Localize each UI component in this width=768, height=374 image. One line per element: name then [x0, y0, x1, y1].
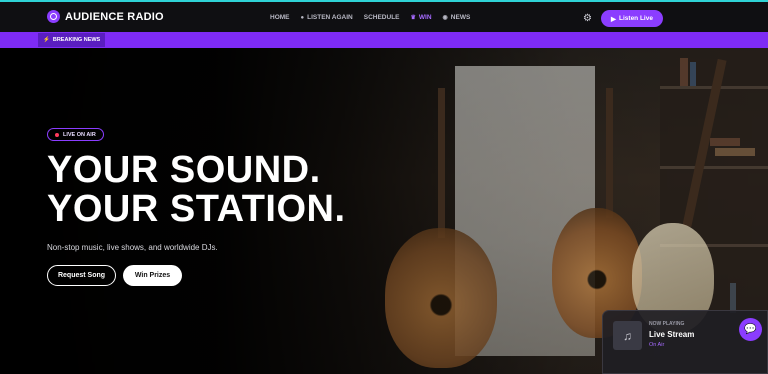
- nav-home[interactable]: HOME: [270, 14, 290, 21]
- trophy-icon: ♛: [410, 15, 416, 21]
- nav-win-label: WIN: [418, 14, 432, 21]
- breaking-news-label: ⚡ BREAKING NEWS: [38, 33, 106, 47]
- live-on-air-label: LIVE ON AIR: [63, 131, 96, 138]
- listen-live-label: Listen Live: [619, 15, 653, 22]
- guitar-neck: [438, 88, 445, 238]
- top-navigation-bar: AUDIENCE RADIO HOME ● LISTEN AGAIN SCHEDU…: [0, 0, 768, 32]
- nav-listen-again-label: LISTEN AGAIN: [307, 14, 353, 21]
- play-icon: ▶: [611, 15, 617, 23]
- nav-news[interactable]: ◉ NEWS: [443, 14, 471, 21]
- win-prizes-button[interactable]: Win Prizes: [123, 265, 182, 286]
- pin-icon: ●: [300, 14, 305, 21]
- breaking-news-bar: ⚡ BREAKING NEWS: [0, 32, 768, 48]
- hero-subtitle: Non-stop music, live shows, and worldwid…: [47, 243, 218, 252]
- request-song-button[interactable]: Request Song: [47, 265, 116, 286]
- now-playing-title: Live Stream: [649, 330, 695, 339]
- main-nav: HOME ● LISTEN AGAIN SCHEDULE ♛ WIN ◉ NEWS: [270, 14, 470, 21]
- guitar-body: [385, 228, 497, 368]
- globe-icon: ◉: [442, 15, 448, 21]
- live-on-air-badge: LIVE ON AIR: [47, 128, 104, 141]
- music-note-icon: ♫: [613, 321, 642, 350]
- logo[interactable]: AUDIENCE RADIO: [47, 10, 164, 23]
- brand-name: AUDIENCE RADIO: [65, 10, 164, 23]
- nav-win[interactable]: ♛ WIN: [411, 14, 432, 21]
- live-dot-icon: [55, 132, 59, 137]
- lightning-icon: ⚡: [43, 37, 50, 43]
- guitar-neck: [606, 88, 613, 218]
- nav-schedule-label: SCHEDULE: [363, 14, 400, 21]
- gear-icon[interactable]: ⚙: [583, 13, 592, 24]
- now-playing-status: On Air: [649, 342, 665, 348]
- nav-listen-again[interactable]: ● LISTEN AGAIN: [301, 14, 353, 21]
- headline-line-1: YOUR SOUND.: [47, 149, 321, 191]
- hero-headline: YOUR SOUND. YOUR STATION.: [47, 151, 346, 229]
- nav-news-label: NEWS: [450, 14, 471, 21]
- breaking-news-text: BREAKING NEWS: [52, 37, 101, 43]
- now-playing-label: NOW PLAYING: [649, 321, 685, 327]
- headline-line-2: YOUR STATION.: [47, 188, 346, 230]
- listen-live-button[interactable]: ▶ Listen Live: [601, 10, 663, 27]
- logo-icon: [47, 10, 60, 23]
- nav-schedule[interactable]: SCHEDULE: [364, 14, 400, 21]
- nav-home-label: HOME: [270, 14, 290, 21]
- chat-bubble-icon[interactable]: 💬: [739, 318, 762, 341]
